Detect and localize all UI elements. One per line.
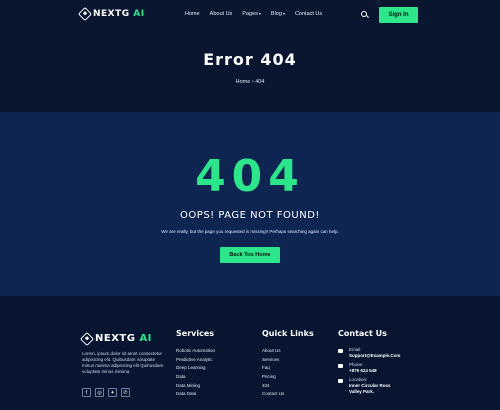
quick-link[interactable]: Contact Us — [262, 391, 284, 400]
services-link[interactable]: Robotic Automation — [176, 348, 215, 357]
quick-link[interactable]: Pricing — [262, 374, 284, 383]
notification-dot — [376, 0, 381, 5]
location-line-2: Valley Park. — [349, 389, 375, 394]
phone-icon — [338, 364, 343, 368]
chevron-down-icon: ▾ — [282, 11, 285, 16]
whatsapp-icon[interactable]: ✆ — [121, 388, 130, 397]
social-links: f ◎ ✦ ✆ — [82, 388, 130, 397]
brand-logo[interactable]: NEXTG AI — [77, 6, 145, 22]
instagram-icon[interactable]: ◎ — [95, 388, 104, 397]
services-title: Services — [176, 329, 215, 338]
quick-link[interactable]: Faq — [262, 365, 284, 374]
services-link[interactable]: Data Mining — [176, 383, 215, 392]
error-message: We are really, but the page you requeste… — [161, 229, 339, 234]
breadcrumb-separator-icon: › — [251, 79, 254, 85]
search-icon[interactable] — [361, 11, 367, 17]
error-code: 404 — [195, 151, 305, 202]
twitter-icon[interactable]: ✦ — [108, 388, 117, 397]
quick-links-list: About Us Services Faq Pricing 404 Contac… — [262, 348, 284, 400]
contact-title: Contact Us — [338, 329, 387, 338]
quick-links-title: Quick Links — [262, 329, 314, 338]
services-link[interactable]: Data Data — [176, 391, 215, 400]
contact-info: Email: Support@Example.Com Phone: +875 6… — [338, 347, 400, 398]
footer-about-text: Lorem, ipsum dolor sit amet consectetur … — [82, 351, 164, 374]
nav-item-contact[interactable]: Contact Us — [295, 11, 322, 17]
chevron-down-icon: ▾ — [258, 11, 261, 16]
phone-value[interactable]: +875 624 548 — [349, 368, 400, 374]
facebook-icon[interactable]: f — [82, 388, 91, 397]
services-link[interactable]: Deep Learning — [176, 365, 215, 374]
services-link[interactable]: Data — [176, 374, 215, 383]
quick-link[interactable]: Services — [262, 357, 284, 366]
quick-link[interactable]: About Us — [262, 348, 284, 357]
brand-accent: AI — [133, 9, 145, 19]
nav-item-blog[interactable]: Blog▾ — [271, 11, 285, 17]
location-pin-icon — [338, 379, 343, 383]
back-home-button[interactable]: Back Too Home — [220, 247, 280, 263]
top-navbar: NEXTG AI Home About Us Pages▾ Blog▾ Cont… — [0, 0, 500, 30]
services-link[interactable]: Predictive Analytic — [176, 357, 215, 366]
logo-mark-icon — [77, 6, 93, 22]
contact-phone: Phone: +875 624 548 — [338, 362, 400, 374]
sign-in-button[interactable]: Sign In — [379, 7, 418, 23]
contact-location: Location: Inner Circular Ross Valley Par… — [338, 377, 400, 395]
breadcrumb-current: 404 — [255, 79, 265, 85]
footer-brand-name: NEXTG — [95, 333, 136, 344]
nav-item-pages[interactable]: Pages▾ — [242, 11, 261, 17]
page-title: Error 404 — [203, 50, 297, 69]
error-section — [0, 112, 500, 296]
footer-logo[interactable]: NEXTG AI — [79, 331, 152, 346]
footer-brand-accent: AI — [139, 333, 152, 344]
brand-name: NEXTG — [93, 9, 130, 19]
logo-mark-icon — [79, 331, 95, 346]
nav-item-home[interactable]: Home — [185, 11, 200, 17]
breadcrumb: Home › 404 — [0, 79, 500, 85]
mail-icon — [338, 349, 343, 353]
main-menu: Home About Us Pages▾ Blog▾ Contact Us — [185, 11, 322, 17]
email-value[interactable]: Support@Example.Com — [349, 353, 400, 359]
quick-link[interactable]: 404 — [262, 383, 284, 392]
breadcrumb-home[interactable]: Home — [236, 79, 251, 85]
nav-item-about[interactable]: About Us — [210, 11, 233, 17]
footer — [0, 296, 500, 410]
error-heading: OOPS! PAGE NOT FOUND! — [180, 210, 320, 221]
services-list: Robotic Automation Predictive Analytic D… — [176, 348, 215, 400]
contact-email: Email: Support@Example.Com — [338, 347, 400, 359]
